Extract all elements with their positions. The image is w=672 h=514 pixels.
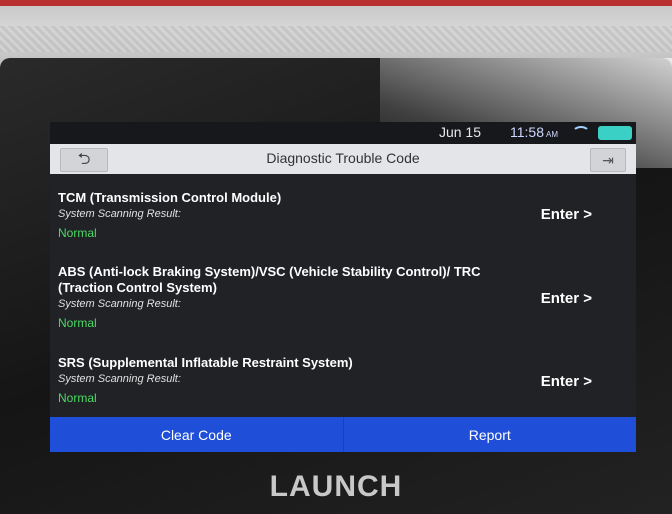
system-name: TCM (Transmission Control Module) xyxy=(58,190,282,205)
enter-button-abs[interactable]: Enter > xyxy=(541,290,592,307)
action-bar: Clear Code Report xyxy=(50,417,636,452)
wifi-icon xyxy=(572,126,590,140)
exit-button[interactable]: ⇥ xyxy=(590,148,626,172)
page-title: Diagnostic Trouble Code xyxy=(266,150,420,166)
report-button[interactable]: Report xyxy=(343,417,636,452)
system-name: ABS (Anti-lock Braking System)/VSC (Vehi… xyxy=(58,264,481,295)
status-time-value: 11:58 xyxy=(510,124,544,140)
brand-logo: LAUNCH xyxy=(269,470,403,503)
system-name: SRS (Supplemental Inflatable Restraint S… xyxy=(58,355,353,370)
exit-icon: ⇥ xyxy=(602,152,614,168)
list-item-abs: ABS (Anti-lock Braking System)/VSC (Vehi… xyxy=(58,264,628,330)
status-time: 11:58 AM xyxy=(510,124,558,140)
title-bar: ⮌ Diagnostic Trouble Code ⇥ xyxy=(50,144,636,174)
clear-code-button[interactable]: Clear Code xyxy=(50,417,344,452)
status-ampm: AM xyxy=(546,130,558,139)
list-item-tcm: TCM (Transmission Control Module) System… xyxy=(58,190,628,240)
battery-icon xyxy=(598,126,632,140)
scan-status: Normal xyxy=(58,391,97,405)
scan-status: Normal xyxy=(58,226,97,240)
list-item-srs: SRS (Supplemental Inflatable Restraint S… xyxy=(58,355,628,405)
device-screen: Jun 15 11:58 AM ⮌ Diagnostic Trouble Code… xyxy=(50,122,636,452)
enter-button-tcm[interactable]: Enter > xyxy=(541,206,592,223)
status-date: Jun 15 xyxy=(438,124,481,140)
enter-button-srs[interactable]: Enter > xyxy=(541,373,592,390)
status-bar: Jun 15 11:58 AM xyxy=(50,122,636,144)
system-list: TCM (Transmission Control Module) System… xyxy=(50,174,636,417)
scan-status: Normal xyxy=(58,316,97,330)
